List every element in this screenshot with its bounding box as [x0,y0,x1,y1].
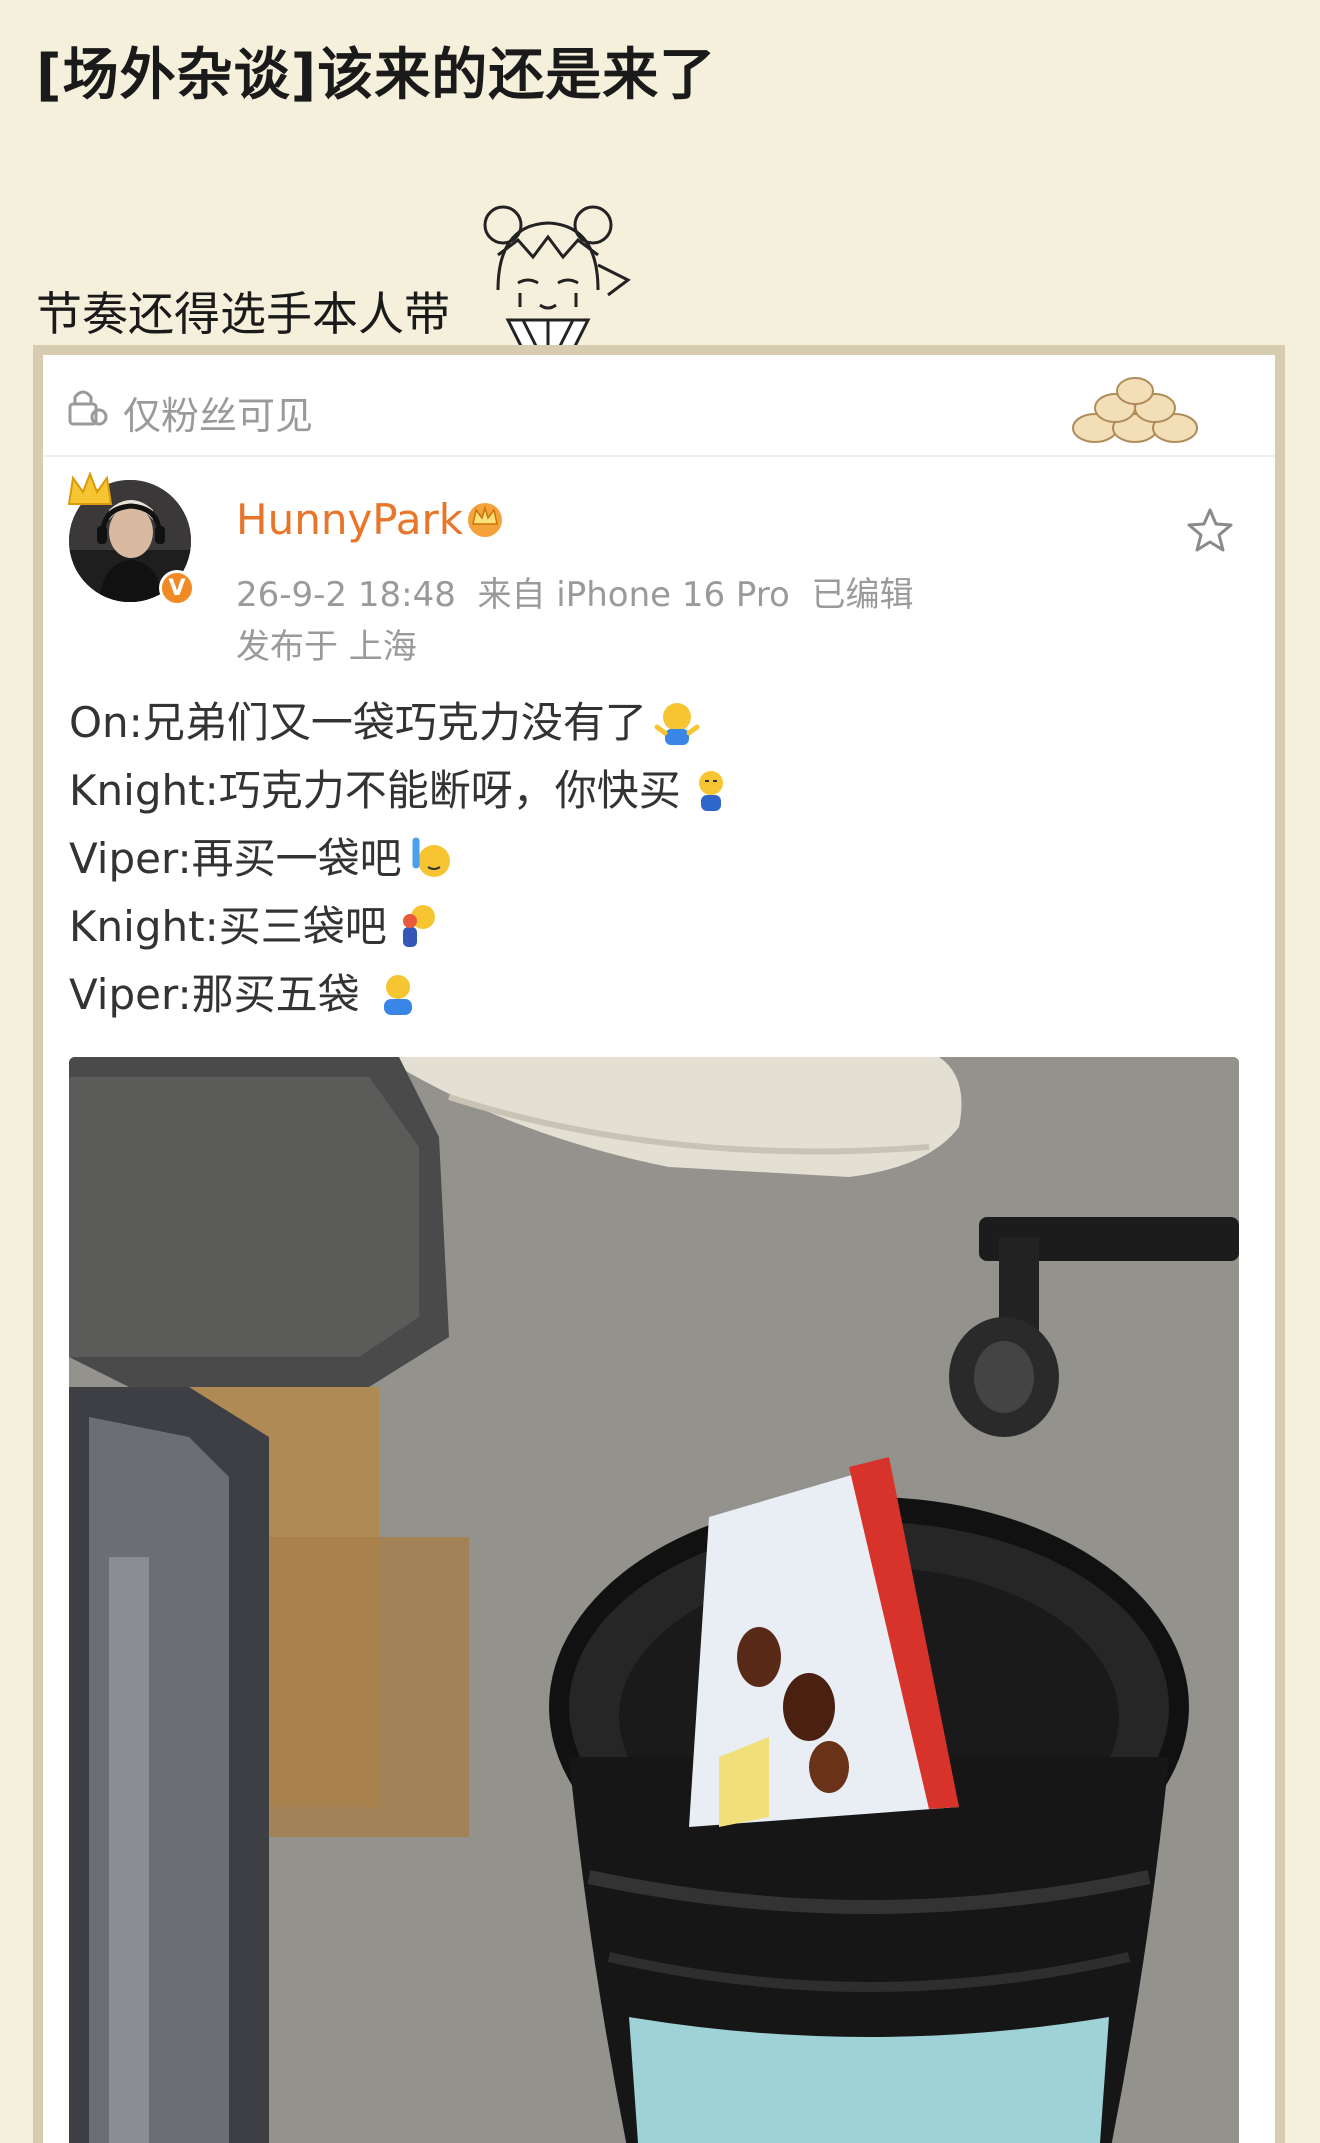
post-line: Viper:那买五袋 [69,961,735,1029]
post-line: Knight:巧克力不能断呀，你快买 [69,757,735,825]
post-line: On:兄弟们又一袋巧克力没有了 [69,689,735,757]
post-line-text: Viper:那买五袋 [69,970,360,1019]
vip-crown-icon [468,503,502,537]
page-title: [场外杂谈]该来的还是来了 [36,43,717,108]
post-line: Viper:再买一袋吧 [69,825,735,893]
person-emoji-icon [383,975,412,1015]
lightbulb-emoji-icon [402,905,435,947]
trash-can-photo [69,1057,1239,2143]
visibility-bar: 仅粉丝可见 [43,355,1275,457]
visibility-label: 仅粉丝可见 [123,394,314,438]
star-icon[interactable] [1185,505,1235,555]
post-photo[interactable] [69,1057,1239,2143]
post-line: Knight:买三袋吧 [69,893,735,961]
post-line-text: Knight:买三袋吧 [69,902,387,951]
post-line-text: Knight:巧克力不能断呀，你快买 [69,766,681,815]
anime-sticker-icon [483,205,631,352]
caption-row: 节奏还得选手本人带 [36,195,638,355]
post-meta: 26-9-2 18:48 来自 iPhone 16 Pro 已编辑 [236,575,914,615]
verified-badge: V [159,570,195,606]
chick-pile-icon [1072,377,1198,443]
sitting-emoji-icon [698,771,723,811]
caption-text: 节奏还得选手本人带 [36,287,450,341]
post-body: On:兄弟们又一袋巧克力没有了 Knight:巧克力不能断呀，你快买 Viper… [69,689,735,1029]
shrug-emoji-icon [654,703,700,745]
post-line-text: Viper:再买一袋吧 [69,834,402,883]
author-username[interactable]: HunnyPark [236,495,463,544]
post-location: 发布于 上海 [236,627,417,667]
author-avatar-wrap[interactable]: V [67,471,199,610]
crown-icon [67,471,113,505]
raising-hand-emoji-icon [412,837,450,877]
post-line-text: On:兄弟们又一袋巧克力没有了 [69,698,647,747]
quoted-post-frame: 仅粉丝可见 V HunnyPark 26-9-2 18:48 来自 iPhone… [33,345,1285,2143]
quoted-post-card: 仅粉丝可见 V HunnyPark 26-9-2 18:48 来自 iPhone… [43,355,1275,2143]
lock-icon [68,390,108,426]
